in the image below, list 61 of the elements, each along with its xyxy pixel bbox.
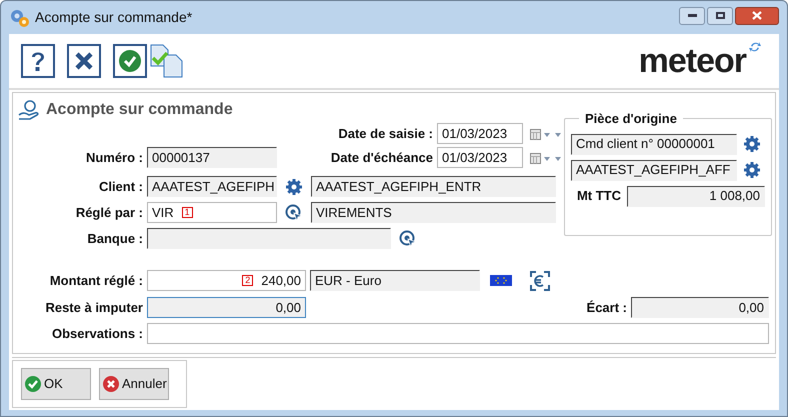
gear-icon xyxy=(743,135,761,153)
logo-mark-icon xyxy=(749,41,761,53)
ok-button[interactable]: OK xyxy=(21,368,91,400)
field-label: Écart : xyxy=(586,298,627,317)
calendar-dropdown-icon xyxy=(530,128,564,140)
gear-icon xyxy=(743,161,761,179)
gear-icon xyxy=(285,178,303,196)
field-label: Réglé par : xyxy=(74,204,143,222)
target-cursor-icon xyxy=(285,204,303,222)
flag-icon xyxy=(490,275,512,286)
field-label: Observations : xyxy=(50,324,143,343)
field-label: Client : xyxy=(98,178,143,196)
check-circle-icon xyxy=(25,376,41,392)
help-button[interactable] xyxy=(21,44,55,78)
euro-scan-icon xyxy=(530,270,550,290)
input-field[interactable] xyxy=(147,323,769,344)
cancel-button[interactable]: Annuler xyxy=(99,368,169,400)
validate-button[interactable] xyxy=(113,44,147,78)
input-field[interactable]: VIREMENTS xyxy=(311,202,556,223)
input-field[interactable]: 2 240,00 xyxy=(147,270,306,291)
input-field[interactable]: 00000137 xyxy=(147,147,277,168)
help-icon xyxy=(30,50,46,72)
maximize-button[interactable] xyxy=(707,6,733,24)
field-label: Date d'échéance xyxy=(330,148,433,167)
input-field[interactable]: VIR 1 xyxy=(147,202,277,223)
field-label: Banque : xyxy=(86,230,143,248)
input-field[interactable]: 0,00 xyxy=(631,297,769,318)
close-icon xyxy=(75,52,93,70)
input-field[interactable]: 0,00 xyxy=(147,297,306,318)
date-field[interactable]: 01/03/2023 xyxy=(437,147,523,168)
field-value: 240,00 xyxy=(261,272,301,290)
input-field[interactable] xyxy=(147,228,391,249)
gears-icon xyxy=(9,8,31,28)
field-label: Mt TTC xyxy=(576,187,621,206)
field-label: Date de saisie : xyxy=(337,124,433,143)
field-label: Numéro : xyxy=(84,148,143,167)
group-title: Pièce d'origine xyxy=(584,110,678,128)
field-label: Reste à imputer xyxy=(44,298,143,317)
cancel-button[interactable] xyxy=(67,44,101,78)
hand-coin-icon xyxy=(18,100,40,120)
input-field[interactable]: Cmd client n° 00000001 xyxy=(571,134,737,154)
calendar-dropdown-icon xyxy=(530,152,564,164)
minimize-button[interactable] xyxy=(679,6,705,24)
marker-badge: 1 xyxy=(182,207,193,218)
close-button[interactable] xyxy=(735,6,779,24)
section-title: Acompte sur commande xyxy=(46,100,233,120)
close-icon xyxy=(752,11,762,20)
field-value: VIR xyxy=(152,204,174,222)
close-circle-icon xyxy=(103,376,119,392)
window-title: Acompte sur commande* xyxy=(35,8,192,27)
marker-badge: 2 xyxy=(242,275,254,286)
input-field[interactable]: 1 008,00 xyxy=(627,186,765,206)
check-circle-icon xyxy=(119,50,141,72)
date-field[interactable]: 01/03/2023 xyxy=(437,123,523,144)
target-cursor-icon xyxy=(399,230,417,248)
field-label: Montant réglé : xyxy=(48,272,143,290)
input-field[interactable]: AAATEST_AGEFIPH xyxy=(147,176,277,197)
logo-text: meteor xyxy=(638,44,746,78)
input-field[interactable]: AAATEST_AGEFIPH_AFF xyxy=(571,160,737,180)
input-field[interactable]: AAATEST_AGEFIPH_ENTR xyxy=(311,176,556,197)
input-field[interactable]: EUR - Euro xyxy=(310,270,480,291)
